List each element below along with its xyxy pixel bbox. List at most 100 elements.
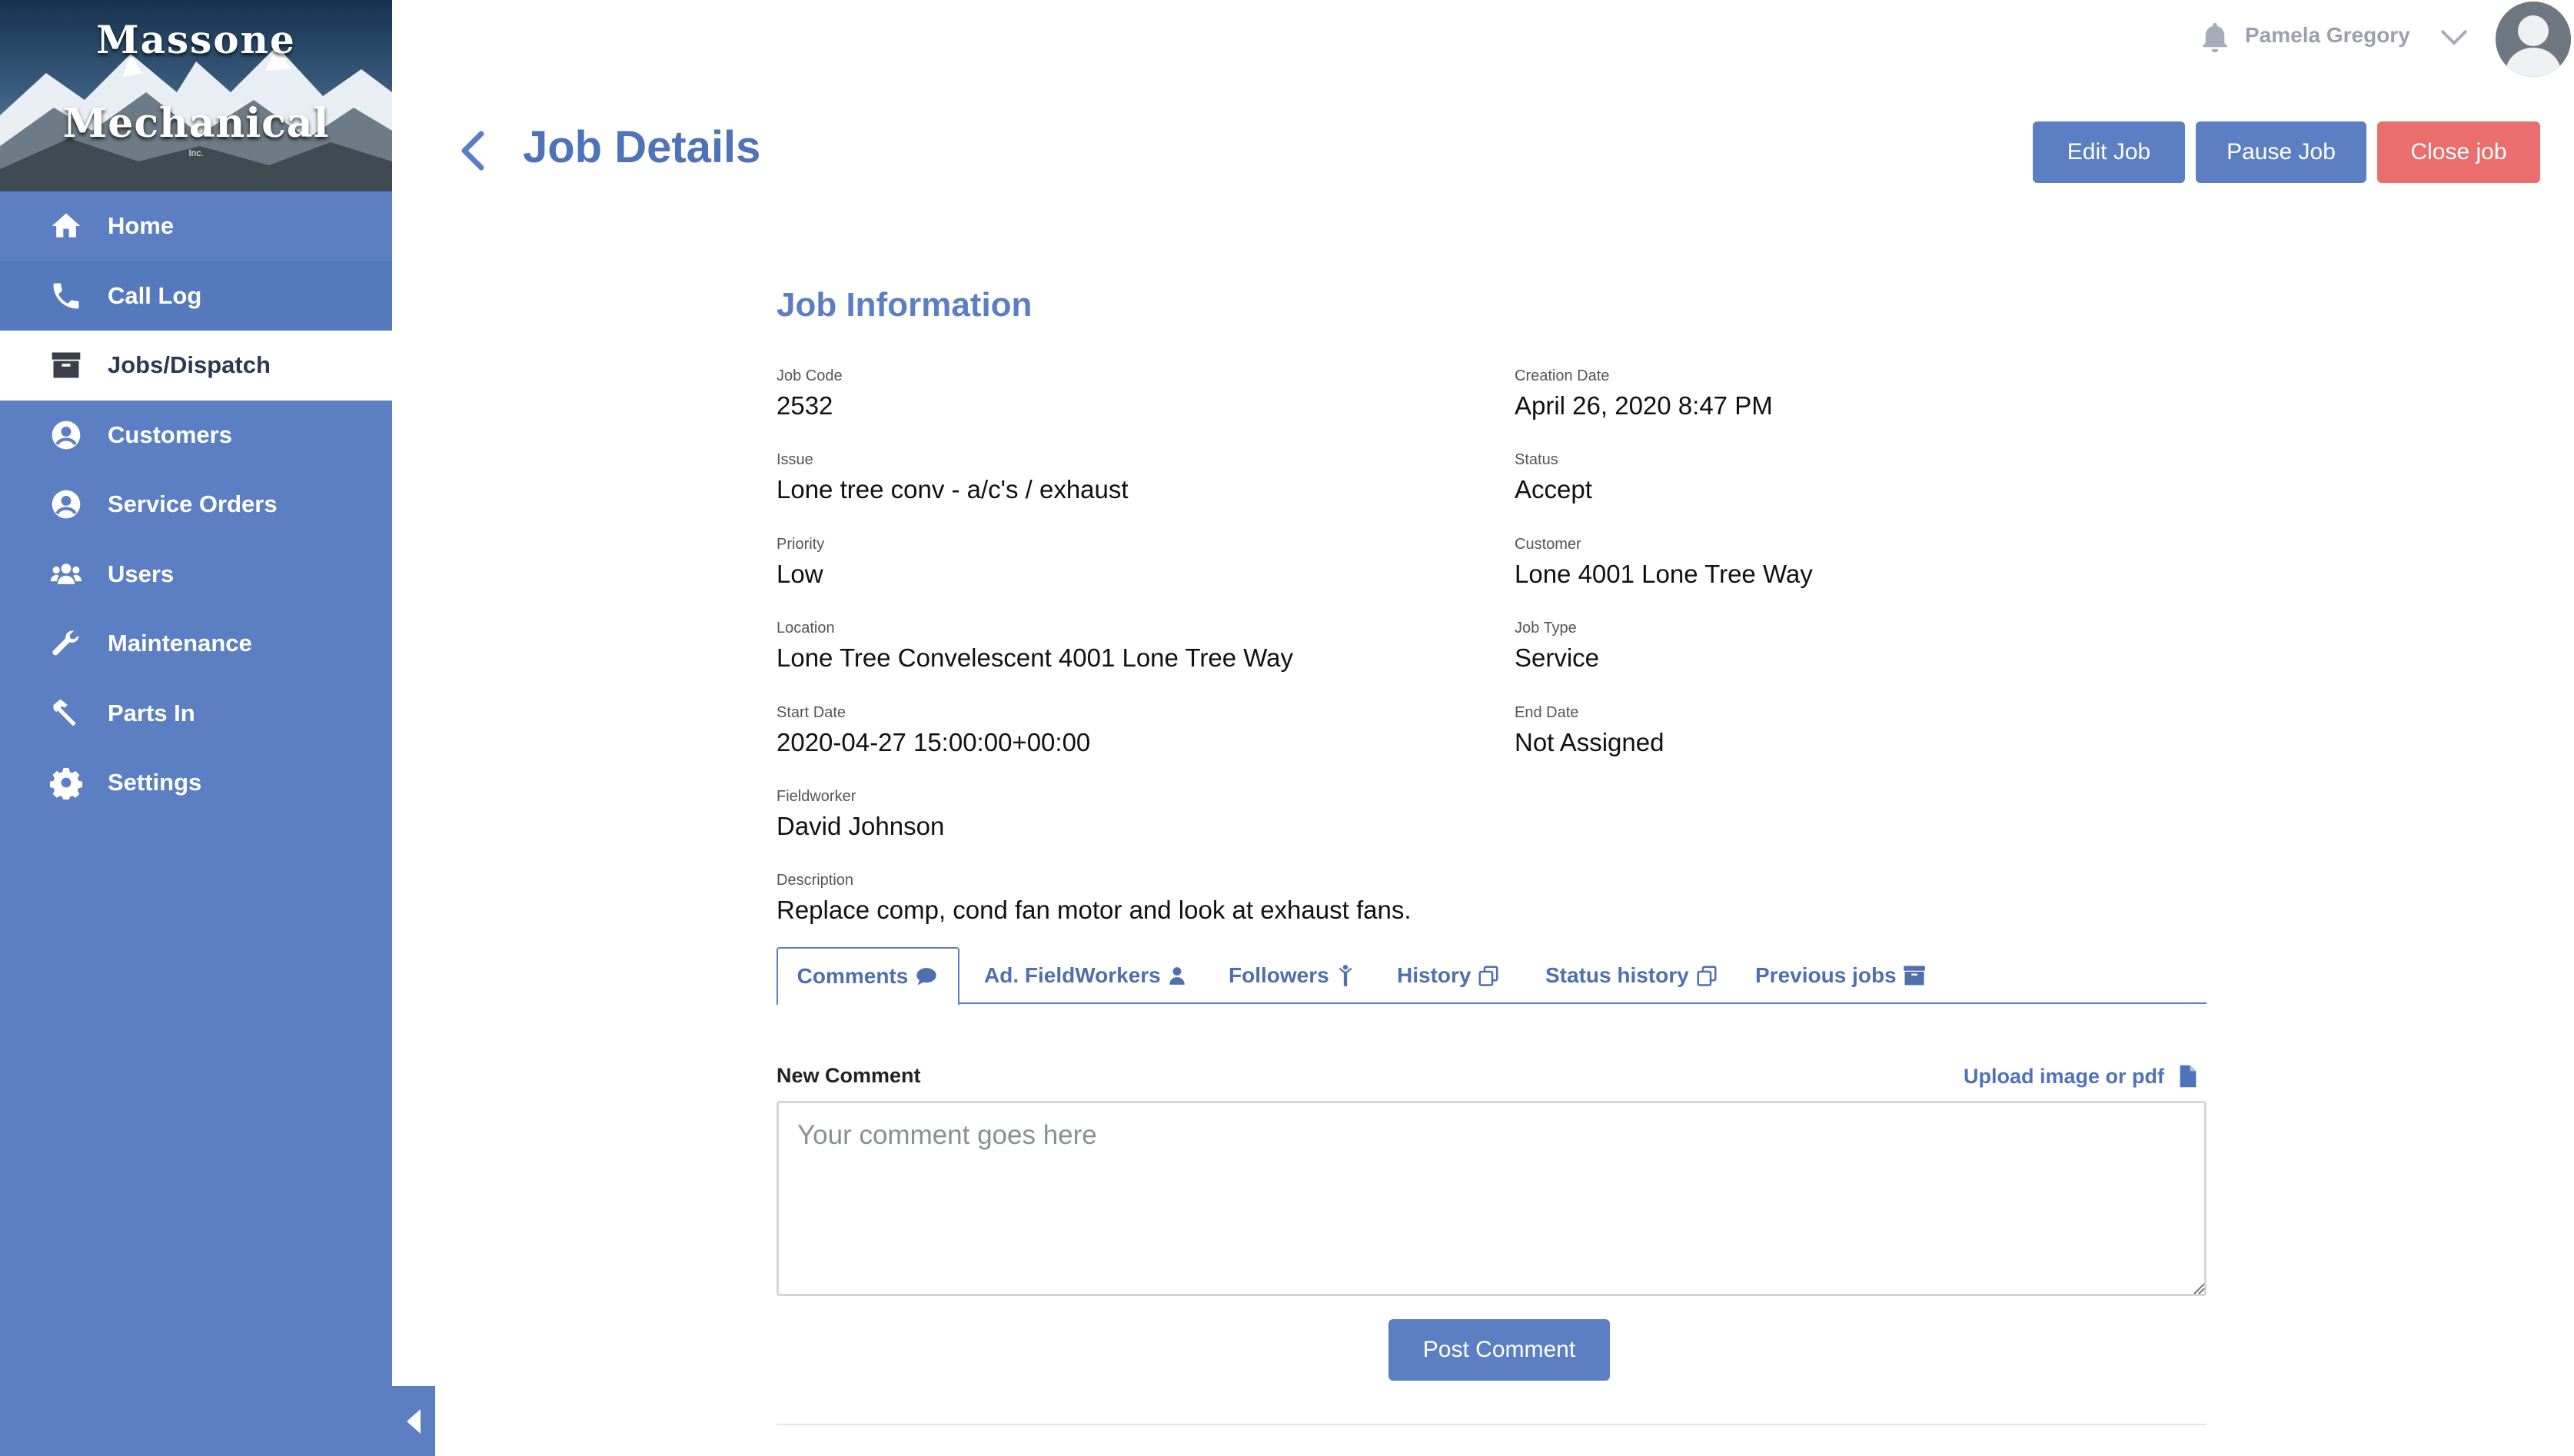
resize-handle-icon[interactable] [2193,1282,2205,1298]
sidebar-item-label: Call Log [108,281,202,309]
tab-label: Previous jobs [1755,963,1897,987]
logo-text-line3: Inc. [188,148,204,158]
tab-label: Comments [796,964,909,988]
section-title: Job Information [777,286,1033,324]
copy-icon [1697,966,1717,986]
field-label: Priority [777,536,825,553]
user-circle-icon [48,417,85,454]
sidebar-item-call-log[interactable]: Call Log [0,261,392,331]
field-status: Status Accept [1515,451,1592,504]
field-value: David Johnson [777,812,945,840]
field-label: Creation Date [1515,367,1610,384]
tab-history[interactable]: History [1397,947,1500,1004]
file-icon [2180,1065,2197,1088]
field-value: Lone Tree Convelescent 4001 Lone Tree Wa… [777,643,1294,672]
field-issue: Issue Lone tree conv - a/c's / exhaust [777,451,1129,504]
upload-label: Upload image or pdf [1964,1064,2165,1088]
field-creation-date: Creation Date April 26, 2020 8:47 PM [1515,367,1773,421]
tab-status-history[interactable]: Status history [1545,947,1718,1004]
field-location: Location Lone Tree Convelescent 4001 Lon… [777,620,1293,673]
wrench-icon [48,625,85,662]
sidebar-item-label: Service Orders [108,490,278,518]
field-start-date: Start Date 2020-04-27 15:00:00+00:00 [777,704,1090,757]
field-label: Customer [1515,536,1581,553]
field-label: Fieldworker [777,788,856,805]
field-job-type: Job Type Service [1515,620,1599,673]
page-title: Job Details [523,122,761,172]
comment-textarea[interactable] [777,1101,2207,1296]
sidebar-item-label: Home [108,212,175,240]
field-label: Start Date [777,704,846,721]
sidebar: Massone Mechanical Inc. Home Call Log Jo… [0,0,392,1456]
field-value: 2020-04-27 15:00:00+00:00 [777,728,1091,756]
copy-icon [1478,966,1498,986]
field-value: 2532 [777,391,833,420]
sidebar-nav: Home Call Log Jobs/Dispatch Customers Se… [0,191,392,818]
tab-label: Status history [1545,963,1689,987]
post-comment-button[interactable]: Post Comment [1388,1319,1610,1381]
sidebar-item-label: Jobs/Dispatch [108,351,271,379]
sidebar-item-service-orders[interactable]: Service Orders [0,470,392,540]
company-logo[interactable]: Massone Mechanical Inc. [0,0,392,191]
field-end-date: End Date Not Assigned [1515,704,1664,757]
sidebar-item-jobs-dispatch[interactable]: Jobs/Dispatch [0,331,392,401]
sidebar-item-parts-in[interactable]: Parts In [0,679,392,749]
tab-fieldworkers[interactable]: Ad. FieldWorkers [984,947,1187,1004]
field-value: Not Assigned [1515,728,1664,756]
sidebar-item-customers[interactable]: Customers [0,401,392,470]
tab-label: Ad. FieldWorkers [984,963,1161,987]
user-name[interactable]: Pamela Gregory [2245,23,2410,48]
sidebar-item-home[interactable]: Home [0,191,392,261]
field-label: Issue [777,451,813,468]
archive-icon [48,347,85,384]
avatar[interactable] [2496,2,2571,77]
field-priority: Priority Low [777,536,824,589]
home-icon [48,208,85,244]
gear-icon [48,764,85,801]
person-arms-up-icon [1339,965,1352,986]
sidebar-item-label: Settings [108,769,202,796]
hammer-icon [48,695,85,732]
sidebar-item-label: Customers [108,421,232,448]
users-icon [48,556,85,593]
close-job-button[interactable]: Close job [2377,121,2540,183]
comment-icon [916,968,937,986]
field-value: Lone tree conv - a/c's / exhaust [777,475,1129,504]
pause-job-button[interactable]: Pause Job [2196,121,2366,183]
sidebar-item-settings[interactable]: Settings [0,748,392,818]
caret-left-icon [407,1408,421,1434]
tab-comments[interactable]: Comments [777,947,959,1006]
field-label: End Date [1515,704,1579,721]
sidebar-collapse-button[interactable] [392,1386,435,1456]
field-value: Service [1515,643,1600,672]
field-label: Location [777,620,835,637]
field-fieldworker: Fieldworker David Johnson [777,788,944,841]
upload-file-link[interactable]: Upload image or pdf [1964,1064,2198,1089]
field-label: Description [777,872,854,889]
back-chevron-icon[interactable] [458,129,486,176]
tab-followers[interactable]: Followers [1229,947,1355,1004]
field-value: Accept [1515,475,1592,504]
job-tabs: Comments Ad. FieldWorkers Followers Hist… [777,947,2207,1006]
field-customer: Customer Lone 4001 Lone Tree Way [1515,536,1813,589]
new-comment-label: New Comment [777,1064,921,1087]
user-icon [1169,967,1185,985]
chevron-down-icon[interactable] [2439,28,2469,52]
field-label: Job Code [777,367,843,384]
field-value: Low [777,560,823,588]
sidebar-item-maintenance[interactable]: Maintenance [0,609,392,679]
user-circle-icon [48,486,85,523]
edit-job-button[interactable]: Edit Job [2033,121,2185,183]
field-value: Replace comp, cond fan motor and look at… [777,896,1412,924]
field-label: Job Type [1515,620,1577,637]
phone-icon [48,278,85,314]
sidebar-item-users[interactable]: Users [0,540,392,610]
logo-text-line2: Mechanical [62,100,330,147]
tab-previous-jobs[interactable]: Previous jobs [1755,947,1926,1004]
sidebar-item-label: Maintenance [108,630,252,657]
archive-icon [1903,966,1925,986]
sidebar-item-label: Users [108,560,175,587]
tab-label: Followers [1229,963,1329,987]
field-description: Description Replace comp, cond fan motor… [777,872,1411,925]
notification-bell-icon[interactable] [2199,20,2231,59]
